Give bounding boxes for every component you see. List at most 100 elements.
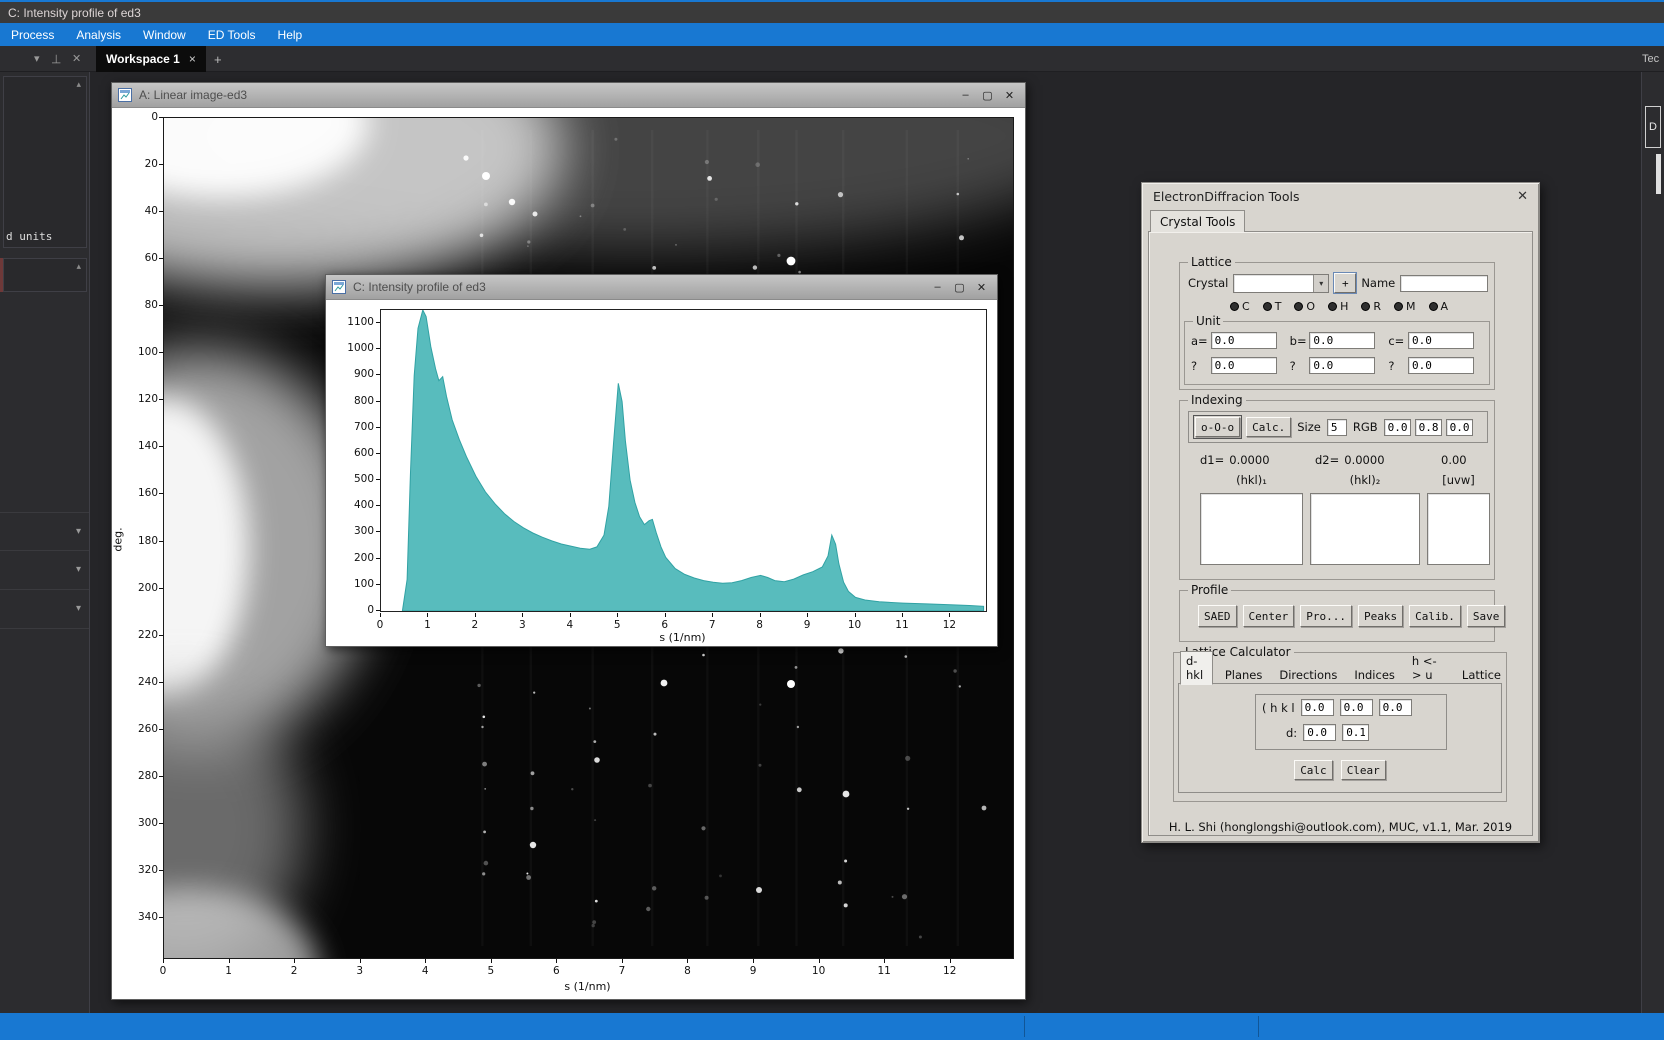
hkl1-list[interactable] — [1200, 493, 1303, 565]
intensity-chart[interactable] — [380, 308, 987, 612]
close-button[interactable]: ✕ — [972, 279, 991, 296]
menu-window[interactable]: Window — [132, 23, 197, 46]
uvw-list[interactable] — [1427, 493, 1490, 565]
profile-save-button[interactable]: Save — [1466, 605, 1506, 627]
calculator-panel: ( h k l d: Calc Clear — [1178, 683, 1502, 793]
y-tick-mark — [159, 728, 163, 730]
unit-field-input[interactable] — [1408, 332, 1475, 349]
x-tick-label: 3 — [519, 619, 526, 631]
d-input-1[interactable] — [1342, 724, 1370, 741]
radio-t[interactable]: T — [1262, 300, 1281, 313]
rgb-input-2[interactable] — [1445, 418, 1473, 436]
menu-help[interactable]: Help — [267, 23, 314, 46]
y-tick-mark — [376, 610, 380, 611]
caret-up-icon[interactable]: ▴ — [76, 261, 81, 272]
tab-close-icon[interactable]: × — [189, 52, 196, 66]
profile-peaks-button[interactable]: Peaks — [1358, 605, 1404, 627]
tab-workspace-1[interactable]: Workspace 1 × — [96, 46, 206, 72]
unit-field-input[interactable] — [1309, 332, 1376, 349]
close-icon[interactable]: ✕ — [72, 52, 81, 65]
ed-tools-close-icon[interactable]: ✕ — [1517, 189, 1528, 204]
unit-field-input[interactable] — [1210, 332, 1277, 349]
sidebar-collapsed-row[interactable]: ▾ — [0, 590, 89, 629]
window-a-titlebar[interactable]: A: Linear image-ed3 – ▢ ✕ — [112, 83, 1025, 108]
sidebar-collapsed-sections: ▾ ▾ ▾ — [0, 512, 89, 629]
maximize-button[interactable]: ▢ — [978, 87, 997, 104]
crystal-select[interactable]: ▾ — [1233, 273, 1330, 293]
calc-tab-planes[interactable]: Planes — [1220, 666, 1268, 684]
unit-field-label: c= — [1388, 333, 1405, 348]
profile-center-button[interactable]: Center — [1242, 605, 1295, 627]
x-tick-label: 8 — [684, 965, 691, 977]
d-input-0[interactable] — [1303, 724, 1337, 741]
sidebar-collapsed-row[interactable]: ▾ — [0, 551, 89, 590]
radio-c[interactable]: C — [1230, 300, 1250, 313]
name-input[interactable] — [1400, 274, 1489, 292]
hkl-input-1[interactable] — [1339, 699, 1373, 716]
radio-m[interactable]: M — [1394, 300, 1416, 313]
marker-button[interactable]: o-O-o — [1192, 415, 1243, 439]
y-tick-mark — [159, 258, 163, 260]
y-tick-label: 900 — [353, 368, 374, 381]
menu-analysis[interactable]: Analysis — [65, 23, 132, 46]
hkl2-list[interactable] — [1310, 493, 1420, 565]
name-label: Name — [1361, 276, 1396, 290]
clear-button[interactable]: Clear — [1340, 760, 1386, 780]
minimize-button[interactable]: – — [956, 87, 975, 104]
calc-tab-dhkl[interactable]: d-hkl — [1180, 651, 1213, 685]
minimize-button[interactable]: – — [928, 279, 947, 296]
unit-field-input[interactable] — [1210, 357, 1277, 374]
new-tab-button[interactable]: + — [208, 46, 228, 72]
menu-ed-tools[interactable]: ED Tools — [197, 23, 267, 46]
radio-label: M — [1406, 300, 1416, 313]
sidebar-collapsed-row[interactable]: ▾ — [0, 512, 89, 551]
app-titlebar[interactable]: C: Intensity profile of ed3 — [0, 0, 1664, 23]
right-panel-tab-d[interactable]: D — [1645, 106, 1661, 148]
window-intensity-profile: C: Intensity profile of ed3 – ▢ ✕ s (1/n… — [325, 274, 998, 647]
caret-down-icon: ▾ — [75, 526, 81, 537]
profile-calib-button[interactable]: Calib. — [1409, 605, 1461, 627]
calc-button[interactable]: Calc — [1294, 760, 1333, 780]
tab-crystal-tools[interactable]: Crystal Tools — [1150, 210, 1246, 232]
caret-up-icon[interactable]: ▴ — [76, 79, 81, 90]
calc-tab-hu[interactable]: h <-> u — [1407, 652, 1450, 684]
radio-r[interactable]: R — [1361, 300, 1381, 313]
pin-icon[interactable]: ⊣ — [49, 53, 63, 63]
ed-tools-titlebar[interactable]: ElectronDiffracion Tools ✕ — [1142, 183, 1539, 210]
size-input[interactable] — [1326, 418, 1347, 436]
unit-field-input[interactable] — [1309, 357, 1376, 374]
x-tick-mark — [294, 959, 296, 963]
x-tick-mark — [617, 613, 619, 617]
hkl-input-0[interactable] — [1300, 699, 1334, 716]
hkl-input-2[interactable] — [1378, 699, 1412, 716]
window-c-titlebar[interactable]: C: Intensity profile of ed3 – ▢ ✕ — [326, 275, 997, 300]
y-tick-label: 120 — [137, 393, 158, 406]
radio-a[interactable]: A — [1428, 300, 1448, 313]
calc-tab-directions[interactable]: Directions — [1274, 666, 1342, 684]
dropdown-icon[interactable]: ▾ — [1313, 274, 1329, 292]
close-button[interactable]: ✕ — [1000, 87, 1019, 104]
radio-o[interactable]: O — [1294, 300, 1315, 313]
add-crystal-button[interactable]: + — [1333, 272, 1358, 294]
x-tick-mark — [753, 959, 755, 963]
profile-saed-button[interactable]: SAED — [1198, 605, 1237, 627]
x-tick-label: 9 — [749, 965, 757, 977]
y-tick-mark — [159, 822, 163, 824]
calc-tab-lattice[interactable]: Lattice — [1457, 666, 1506, 684]
radio-h[interactable]: H — [1328, 300, 1348, 313]
maximize-button[interactable]: ▢ — [950, 279, 969, 296]
profile-pro-button[interactable]: Pro... — [1300, 605, 1352, 627]
rgb-input-1[interactable] — [1414, 418, 1442, 436]
sidebar-panel-second[interactable]: ▴ — [3, 258, 87, 292]
rgb-input-0[interactable] — [1383, 418, 1411, 436]
menu-process[interactable]: Process — [0, 23, 65, 46]
right-scrollbar[interactable] — [1656, 154, 1661, 194]
right-panel-tab-tec[interactable]: Tec — [1642, 46, 1664, 72]
y-tick-label: 340 — [137, 911, 158, 923]
indexing-calc-button[interactable]: Calc. — [1246, 417, 1292, 437]
calc-tab-indices[interactable]: Indices — [1349, 666, 1400, 684]
caret-down-icon[interactable]: ▾ — [34, 52, 40, 65]
unit-field-input[interactable] — [1408, 357, 1475, 374]
sidebar-panel-top[interactable]: ▴ d units — [3, 76, 87, 248]
y-tick-label: 200 — [137, 581, 158, 594]
